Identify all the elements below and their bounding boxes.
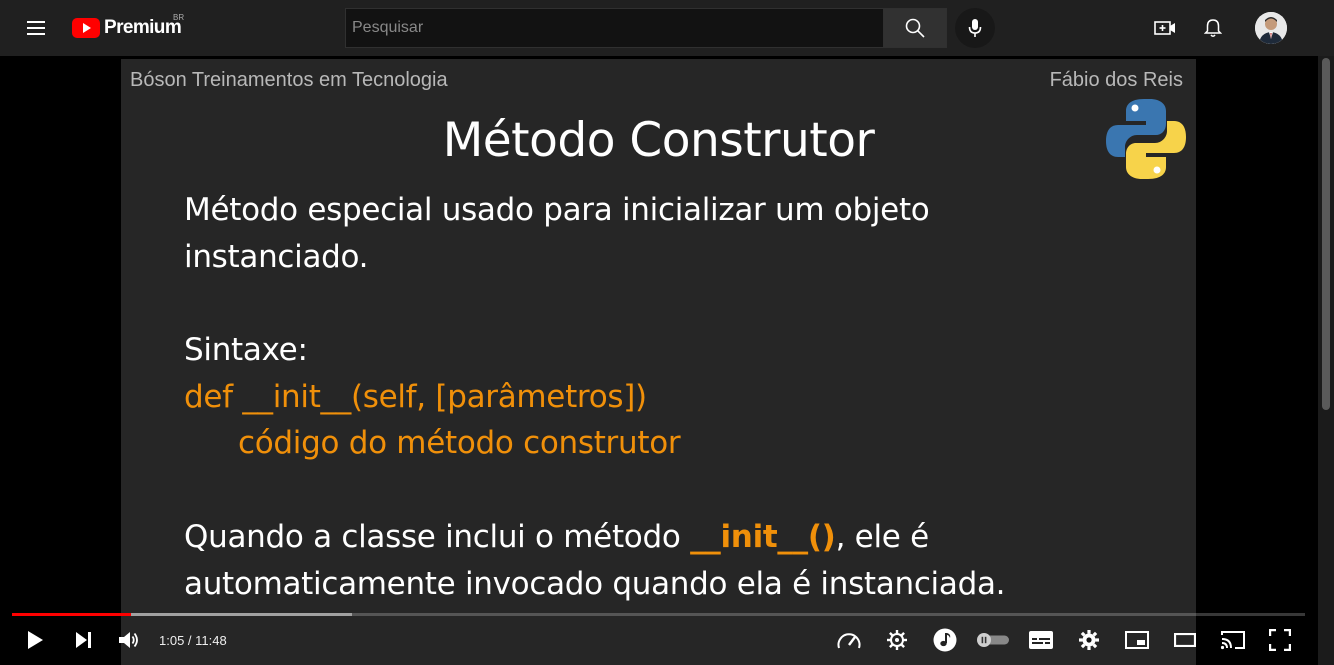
fullscreen-icon (1269, 629, 1291, 651)
search-icon (905, 18, 925, 38)
slide-line-3-c: , ele é (835, 519, 930, 555)
create-button[interactable] (1149, 12, 1181, 44)
theater-icon (1174, 633, 1196, 647)
avatar[interactable] (1255, 12, 1287, 44)
subtitles-icon (1029, 631, 1053, 649)
time-display: 1:05 / 11:48 (159, 633, 227, 648)
slide-title: Método Construtor (442, 113, 875, 168)
mic-icon (968, 19, 982, 37)
slide-line-3: Quando a classe inclui o método __init__… (184, 519, 929, 555)
cast-icon (1220, 631, 1245, 650)
logo-region: BR (173, 13, 185, 22)
slide-channel-text: Bóson Treinamentos em Tecnologia (130, 69, 448, 91)
slide-author-text: Fábio dos Reis (1049, 69, 1183, 91)
play-icon (28, 631, 43, 649)
miniplayer-button[interactable] (1122, 624, 1152, 656)
slide-code-line-1: def __init__(self, [parâmetros]) (184, 379, 647, 415)
autoplay-toggle[interactable] (975, 624, 1011, 656)
search-button[interactable] (883, 8, 947, 48)
time-separator: / (184, 633, 196, 648)
cast-button[interactable] (1217, 624, 1249, 656)
music-icon (933, 628, 957, 652)
slide-line-1: Método especial usado para inicializar u… (184, 192, 930, 228)
volume-button[interactable] (114, 624, 144, 656)
slide-line-2: instanciado. (184, 239, 369, 275)
create-icon (1154, 21, 1175, 35)
music-button[interactable] (930, 624, 960, 656)
voice-search-button[interactable] (955, 8, 995, 48)
settings-icon (1079, 630, 1099, 650)
slide-code-line-2: código do método construtor (238, 425, 681, 461)
volume-icon (119, 632, 138, 648)
current-time: 1:05 (159, 633, 185, 648)
slide-line-3-init: __init__() (690, 519, 836, 555)
fullscreen-button[interactable] (1265, 624, 1295, 656)
enhancer-button[interactable] (883, 624, 911, 656)
next-icon (76, 632, 91, 648)
notifications-button[interactable] (1197, 12, 1229, 44)
duration: 11:48 (195, 633, 227, 648)
video-player[interactable]: Bóson Treinamentos em Tecnologia Fábio d… (0, 56, 1318, 665)
logo-text: Premium (104, 17, 182, 38)
settings-gear-icon (887, 630, 907, 650)
youtube-logo[interactable]: Premium BR (72, 13, 185, 40)
settings-button[interactable] (1075, 624, 1103, 656)
play-button[interactable] (20, 624, 50, 656)
masthead: Premium BR (0, 0, 1334, 56)
autoplay-toggle-icon (977, 633, 1009, 647)
menu-button[interactable] (20, 12, 52, 44)
slide-line-4: automaticamente invocado quando ela é in… (184, 566, 1006, 602)
progress-played (12, 613, 131, 616)
scrollbar-thumb[interactable] (1322, 58, 1330, 410)
theater-mode-button[interactable] (1170, 624, 1200, 656)
search-input[interactable] (346, 9, 884, 47)
search-box (345, 8, 884, 48)
next-button[interactable] (68, 624, 98, 656)
menu-icon (27, 21, 45, 35)
progress-bar[interactable] (12, 613, 1305, 616)
bell-icon (1204, 19, 1222, 37)
playback-speed-button[interactable] (833, 624, 865, 656)
miniplayer-icon (1125, 631, 1149, 649)
youtube-play-icon (72, 18, 100, 38)
subtitles-button[interactable] (1025, 624, 1057, 656)
page-scrollbar[interactable] (1318, 56, 1334, 665)
slide-line-3-a: Quando a classe inclui o método (184, 519, 691, 555)
speed-icon (837, 633, 861, 649)
slide-syntax-label: Sintaxe: (184, 332, 308, 368)
avatar-image (1255, 12, 1287, 44)
slide-frame: Bóson Treinamentos em Tecnologia Fábio d… (121, 59, 1196, 665)
